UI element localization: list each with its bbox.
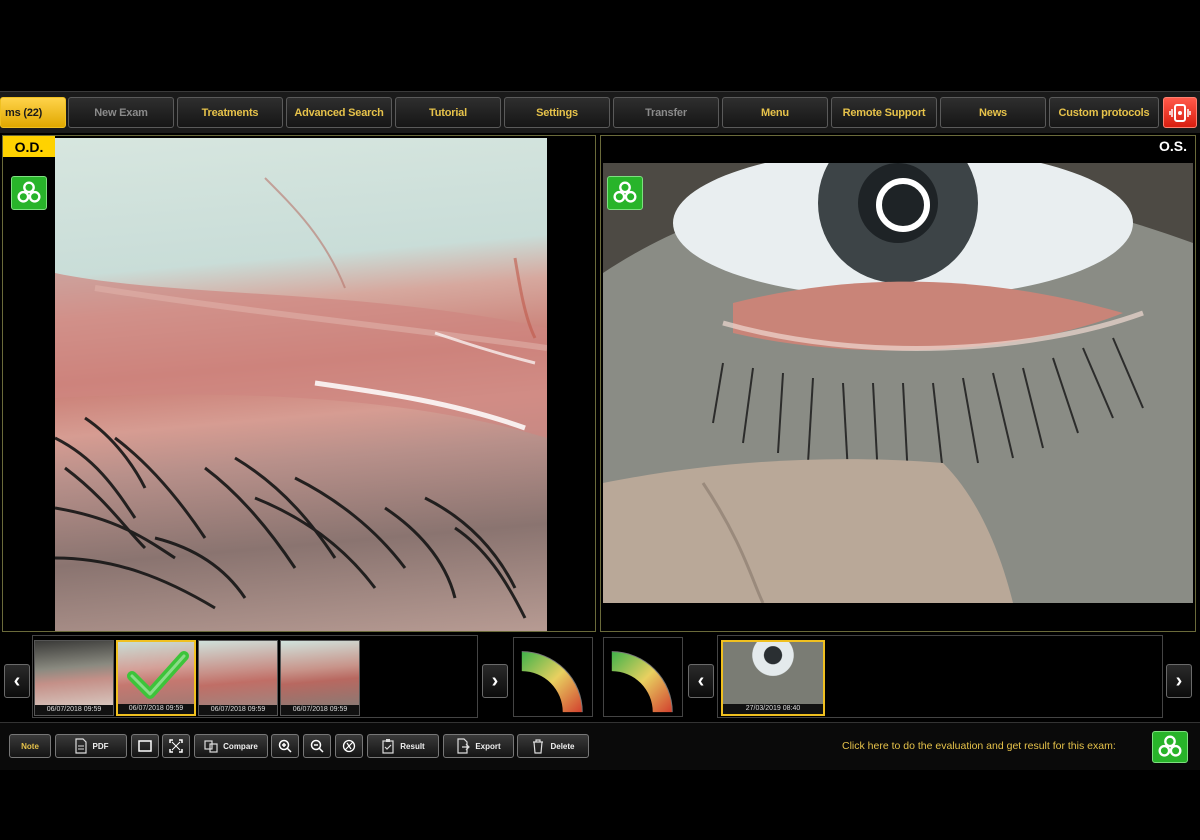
note-label: Note [21, 741, 39, 751]
analysis-button[interactable] [335, 734, 363, 758]
os-prev-arrow-icon[interactable]: ‹ [688, 664, 714, 698]
zoom-out-icon [310, 738, 324, 754]
right-eye-panel: O.D. [2, 135, 596, 632]
delete-label: Delete [550, 741, 575, 751]
thumbnail[interactable]: 06/07/2018 09:59 [280, 640, 360, 716]
result-label: Result [400, 741, 425, 751]
od-label: O.D. [3, 136, 55, 157]
export-button[interactable]: Export [443, 734, 514, 758]
tab-advanced-search[interactable]: Advanced Search [286, 97, 392, 128]
os-label: O.S. [1158, 138, 1187, 154]
od-thumbnail-strip: 06/07/2018 09:59 06/07/2018 09:59 06/07/… [32, 635, 478, 718]
tab-new-exam[interactable]: New Exam [68, 97, 174, 128]
thumbnail-date: 27/03/2019 08:40 [723, 704, 823, 714]
os-thumbnail-strip: 27/03/2019 08:40 [717, 635, 1163, 718]
thumbnail-date: 06/07/2018 09:59 [199, 705, 277, 715]
thumbnail-date: 06/07/2018 09:59 [281, 705, 359, 715]
thumbnail[interactable]: 06/07/2018 09:59 [34, 640, 114, 716]
evaluation-icon[interactable] [11, 176, 47, 210]
clipboard-icon [381, 738, 395, 754]
bottom-toolbar: Note PDF Compare Result Export Delete Cl… [0, 722, 1200, 770]
evaluate-button[interactable] [1152, 731, 1188, 763]
od-next-arrow-icon[interactable]: › [482, 664, 508, 698]
note-button[interactable]: Note [9, 734, 51, 758]
tab-custom-protocols[interactable]: Custom protocols [1049, 97, 1159, 128]
os-next-arrow-icon[interactable]: › [1166, 664, 1192, 698]
alert-icon[interactable] [1163, 97, 1197, 128]
fullscreen-icon [169, 738, 183, 754]
os-score-gauge[interactable] [603, 637, 683, 717]
top-tab-bar: ms (22) New Exam Treatments Advanced Sea… [0, 91, 1200, 133]
thumbnail[interactable]: 06/07/2018 09:59 [116, 640, 196, 716]
pdf-button[interactable]: PDF [55, 734, 127, 758]
zoom-in-button[interactable] [271, 734, 299, 758]
single-view-button[interactable] [131, 734, 159, 758]
thumbnail-date: 06/07/2018 09:59 [35, 705, 113, 715]
tab-exams[interactable]: ms (22) [0, 97, 66, 128]
analysis-icon [342, 738, 356, 754]
tab-treatments[interactable]: Treatments [177, 97, 283, 128]
thumbnail[interactable]: 27/03/2019 08:40 [721, 640, 825, 716]
od-score-gauge[interactable] [513, 637, 593, 717]
tab-menu[interactable]: Menu [722, 97, 828, 128]
delete-button[interactable]: Delete [517, 734, 589, 758]
trash-icon [531, 738, 545, 754]
compare-icon [204, 738, 218, 754]
checkmark-icon [127, 651, 189, 699]
tab-tutorial[interactable]: Tutorial [395, 97, 501, 128]
zoom-out-button[interactable] [303, 734, 331, 758]
compare-button[interactable]: Compare [194, 734, 268, 758]
thumbnail-date: 06/07/2018 09:59 [118, 704, 194, 714]
evaluation-icon [1158, 735, 1182, 757]
tab-news[interactable]: News [940, 97, 1046, 128]
od-prev-arrow-icon[interactable]: ‹ [4, 664, 30, 698]
fullscreen-button[interactable] [162, 734, 190, 758]
compare-label: Compare [223, 741, 258, 751]
export-icon [456, 738, 471, 754]
tab-remote-support[interactable]: Remote Support [831, 97, 937, 128]
os-eyelid-image[interactable] [603, 163, 1193, 603]
thumbnail[interactable]: 06/07/2018 09:59 [198, 640, 278, 716]
left-eye-panel: O.S. [600, 135, 1196, 632]
tab-settings[interactable]: Settings [504, 97, 610, 128]
tab-transfer[interactable]: Transfer [613, 97, 719, 128]
document-icon [74, 738, 88, 754]
export-label: Export [475, 741, 501, 751]
rectangle-icon [138, 738, 152, 754]
evaluation-icon[interactable] [607, 176, 643, 210]
result-button[interactable]: Result [367, 734, 439, 758]
od-eyelid-image[interactable] [55, 138, 547, 631]
pdf-label: PDF [92, 741, 109, 751]
evaluation-hint: Click here to do the evaluation and get … [842, 740, 1116, 752]
zoom-in-icon [278, 738, 292, 754]
